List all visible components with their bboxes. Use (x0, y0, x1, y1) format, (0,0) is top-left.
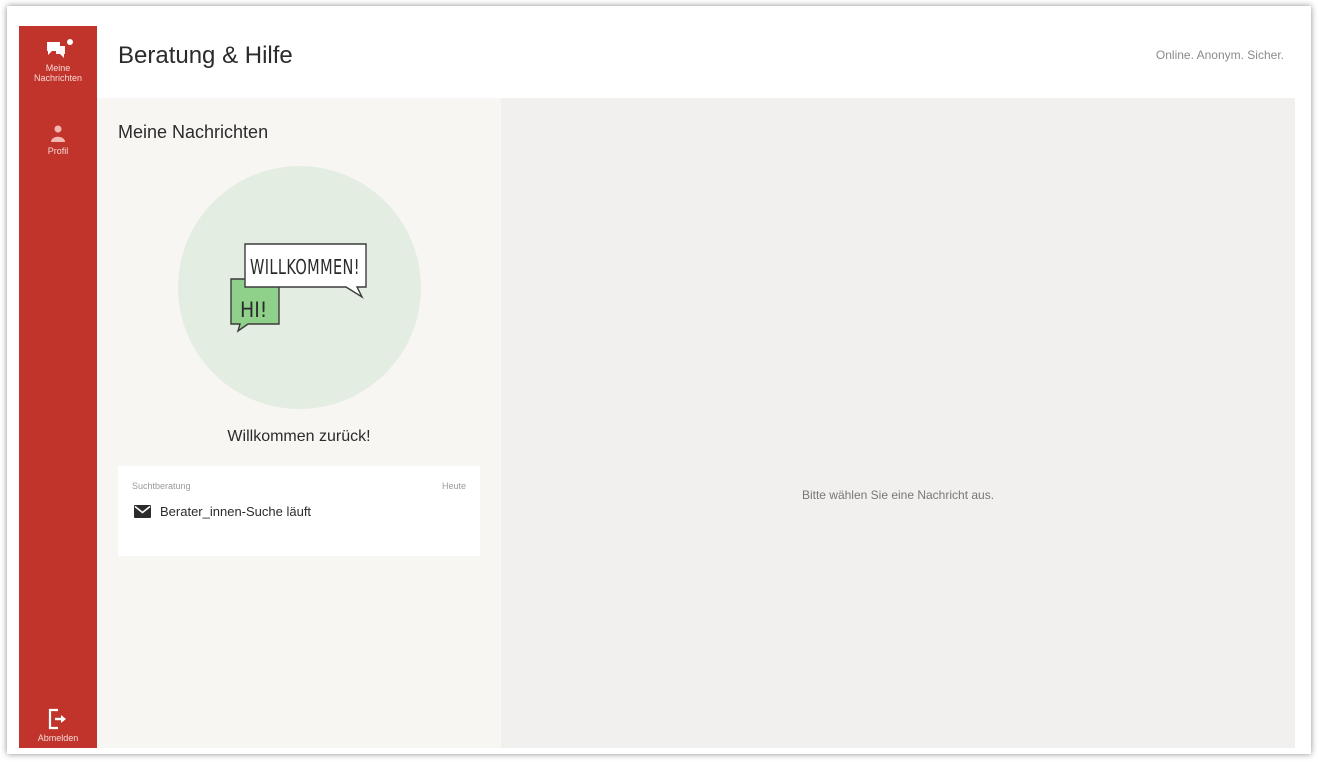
welcome-message: Willkommen zurück! (227, 428, 371, 445)
logout-label: Abmelden (37, 733, 79, 743)
chat-bubbles-icon (47, 39, 73, 58)
page-title: Meine Nachrichten (118, 122, 269, 142)
app-title: Beratung & Hilfe (118, 42, 293, 69)
sidebar-item-messages[interactable]: Meine Nachrichten (19, 38, 97, 83)
svg-text:HI!: HI! (240, 298, 267, 322)
speech-bubbles-illustration: HI! WILLKOMMEN! (230, 243, 367, 333)
sidebar-item-label: Profil (47, 146, 69, 156)
empty-state-message: Bitte wählen Sie eine Nachricht aus. (801, 488, 995, 502)
user-icon (51, 125, 65, 142)
logout-icon (48, 708, 66, 730)
svg-text:WILLKOMMEN!: WILLKOMMEN! (250, 255, 360, 279)
logout-button[interactable]: Abmelden (19, 708, 97, 743)
sidebar: Meine Nachrichten Profil Abmelden (19, 26, 97, 748)
message-detail-panel: Bitte wählen Sie eine Nachricht aus. (501, 98, 1295, 748)
envelope-icon (134, 505, 151, 518)
session-status-text: Berater_innen-Suche läuft (160, 504, 312, 519)
sidebar-item-label: Meine Nachrichten (33, 63, 83, 83)
session-date: Heute (441, 481, 466, 491)
sidebar-item-profile[interactable]: Profil (19, 125, 97, 156)
welcome-illustration: HI! WILLKOMMEN! (178, 166, 421, 409)
session-status: Berater_innen-Suche läuft (134, 504, 311, 519)
message-list-panel: Meine Nachrichten HI! WILLKOMMEN! Willko… (97, 98, 501, 748)
session-list-item[interactable]: Suchtberatung Heute Berater_innen-Suche … (118, 466, 480, 556)
session-topic: Suchtberatung (132, 481, 191, 491)
header-tagline: Online. Anonym. Sicher. (1155, 48, 1284, 62)
